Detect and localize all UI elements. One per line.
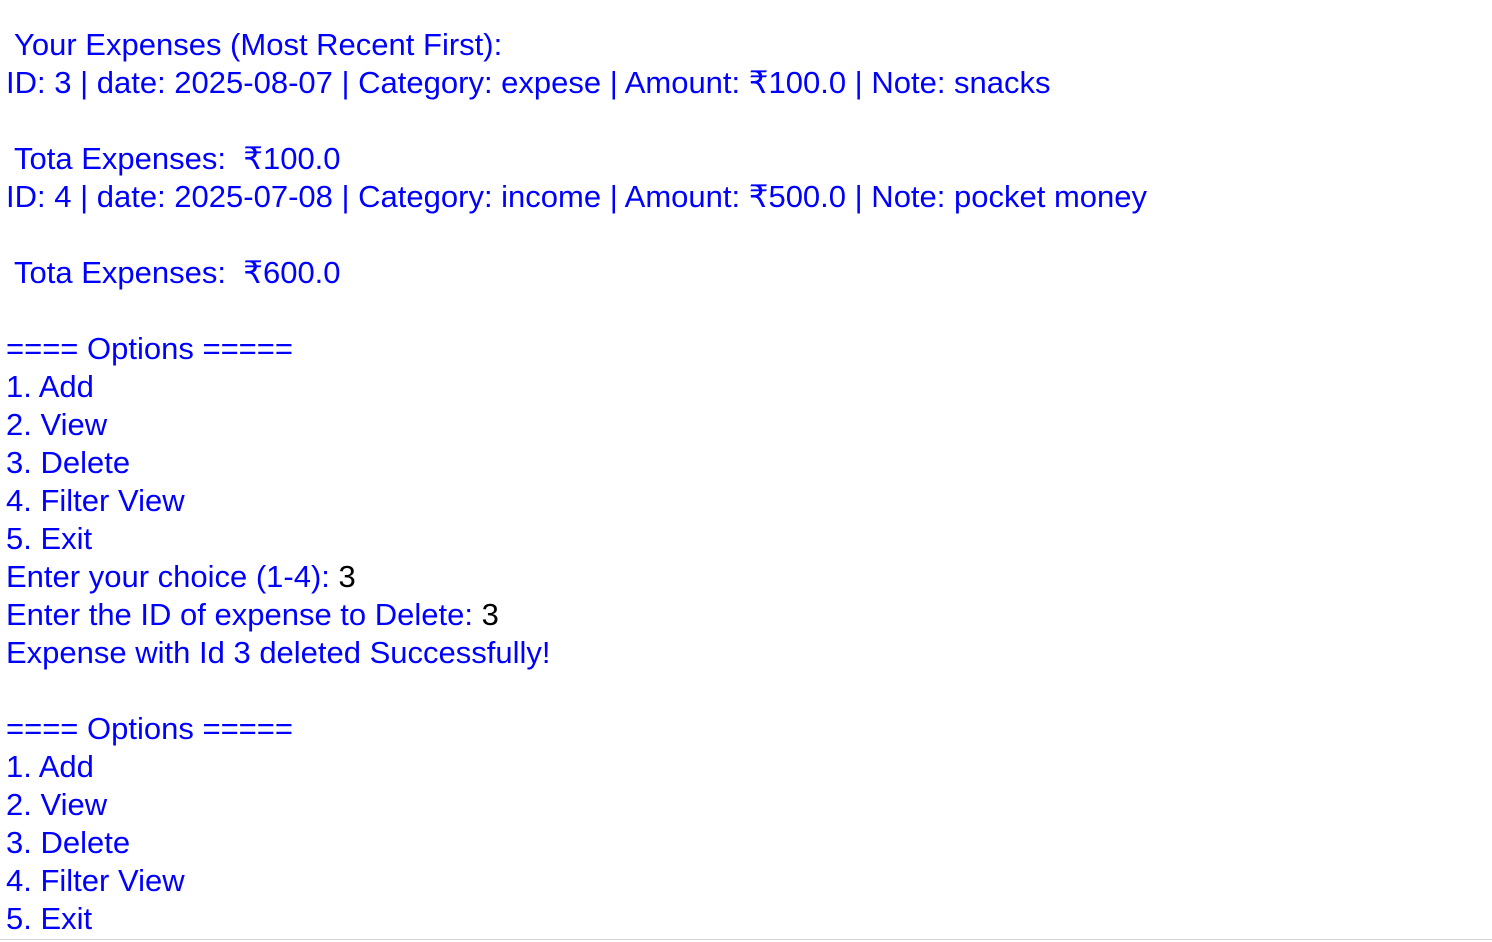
expense-row: ID: 4 | date: 2025-07-08 | Category: inc… [6, 179, 1148, 214]
menu-option-exit: 5. Exit [6, 901, 93, 936]
menu-option-view: 2. View [6, 407, 108, 442]
menu-option-add: 1. Add [6, 749, 94, 784]
menu-option-filter-view: 4. Filter View [6, 863, 185, 898]
menu-option-delete: 3. Delete [6, 825, 131, 860]
delete-id-input[interactable]: 3 [482, 597, 499, 632]
menu-option-add: 1. Add [6, 369, 94, 404]
choice-prompt: Enter your choice (1-4): [6, 559, 339, 594]
choice-prompt-line: Enter your choice (1-4): 3 [6, 558, 1492, 596]
running-total: Tota Expenses: ₹600.0 [6, 255, 341, 290]
delete-success-message: Expense with Id 3 deleted Successfully! [6, 635, 551, 670]
running-total: Tota Expenses: ₹100.0 [6, 141, 341, 176]
delete-prompt-line: Enter the ID of expense to Delete: 3 [6, 596, 1492, 634]
options-menu-header: ==== Options ===== [6, 711, 293, 746]
menu-option-delete: 3. Delete [6, 445, 131, 480]
menu-option-view: 2. View [6, 787, 108, 822]
menu-option-filter-view: 4. Filter View [6, 483, 185, 518]
expense-row: ID: 3 | date: 2025-08-07 | Category: exp… [6, 65, 1051, 100]
delete-id-prompt: Enter the ID of expense to Delete: [6, 597, 482, 632]
listing-header: Your Expenses (Most Recent First): [6, 27, 503, 62]
console-output: Your Expenses (Most Recent First): ID: 3… [6, 26, 1492, 938]
choice-input[interactable]: 3 [339, 559, 356, 594]
menu-option-exit: 5. Exit [6, 521, 93, 556]
bottom-divider [0, 939, 1492, 940]
options-menu-header: ==== Options ===== [6, 331, 293, 366]
